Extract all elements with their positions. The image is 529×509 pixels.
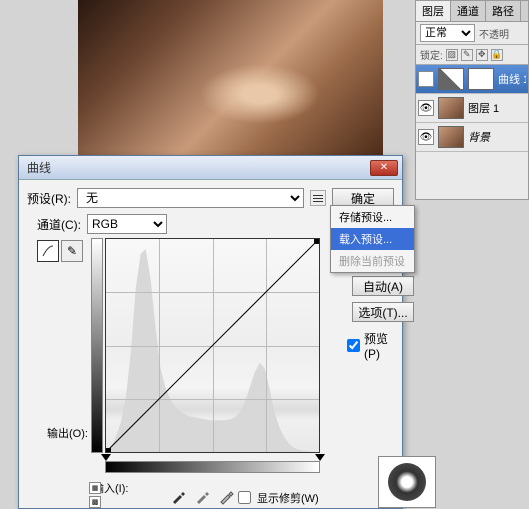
lock-position-icon[interactable]: ✥ (476, 49, 488, 61)
lock-pixel-icon[interactable]: ✎ (461, 49, 473, 61)
options-button[interactable]: 选项(T)... (352, 302, 414, 322)
layer-row-curves[interactable]: 👁 曲线 1 (416, 65, 528, 94)
tab-channels[interactable]: 通道 (451, 1, 486, 21)
dialog-title: 曲线 (23, 159, 51, 176)
preset-menu-icon[interactable] (310, 190, 326, 206)
adjustment-thumb (438, 68, 464, 90)
logo-icon (388, 463, 426, 501)
close-icon: ✕ (380, 162, 388, 173)
black-point-slider[interactable] (101, 454, 111, 461)
layer-row-1[interactable]: 👁 图层 1 (416, 94, 528, 123)
preview-checkbox[interactable] (347, 339, 360, 352)
layer-row-bg[interactable]: 👁 背景 (416, 123, 528, 152)
show-clipping-checkbox[interactable] (238, 491, 251, 504)
layer-thumb (438, 126, 464, 148)
layer-name: 图层 1 (468, 100, 526, 116)
white-point-slider[interactable] (315, 454, 325, 461)
opacity-label: 不透明 (479, 26, 509, 41)
curve-pencil-tool[interactable]: ✎ (61, 240, 83, 262)
channel-label: 通道(C): (37, 216, 81, 233)
black-eyedropper[interactable] (169, 488, 187, 506)
lock-label: 锁定: (420, 47, 443, 62)
grid-coarse-button[interactable]: ▦ (89, 482, 101, 494)
save-preset-item[interactable]: 存储预设... (331, 206, 414, 228)
layer-name: 曲线 1 (498, 71, 526, 87)
preset-label: 预设(R): (27, 190, 71, 207)
tab-paths[interactable]: 路径 (486, 1, 521, 21)
visibility-toggle-icon[interactable]: 👁 (418, 100, 434, 116)
gray-eyedropper[interactable] (193, 488, 211, 506)
visibility-toggle-icon[interactable]: 👁 (418, 71, 434, 87)
preset-select[interactable]: 无 (77, 188, 304, 208)
close-button[interactable]: ✕ (370, 160, 398, 176)
grid-fine-button[interactable]: ▩ (89, 496, 101, 508)
input-gradient (105, 461, 320, 473)
lock-all-icon[interactable]: 🔒 (491, 49, 503, 61)
layer-thumb (438, 97, 464, 119)
dialog-titlebar[interactable]: 曲线 ✕ (19, 156, 402, 180)
preview-thumbnail (378, 456, 436, 508)
visibility-toggle-icon[interactable]: 👁 (418, 129, 434, 145)
document-image (78, 0, 383, 160)
mask-thumb (468, 68, 494, 90)
preset-flyout-menu: 存储预设... 载入预设... 删除当前预设 (330, 205, 415, 273)
delete-preset-item: 删除当前预设 (331, 250, 414, 272)
tab-layers[interactable]: 图层 (416, 1, 451, 21)
layer-name: 背景 (468, 129, 526, 145)
curve-icon (41, 244, 55, 258)
load-preset-item[interactable]: 载入预设... (331, 228, 414, 250)
curves-chart[interactable] (105, 238, 320, 453)
layers-panel: 图层 通道 路径 正常 不透明 锁定: ▨ ✎ ✥ 🔒 👁 曲线 1 👁 图层 … (415, 0, 529, 200)
output-label: 输出(O): (47, 425, 88, 441)
white-eyedropper[interactable] (217, 488, 235, 506)
output-gradient (91, 238, 103, 453)
auto-button[interactable]: 自动(A) (352, 276, 414, 296)
pencil-icon: ✎ (67, 244, 77, 258)
curve-line[interactable] (106, 239, 319, 452)
channel-select[interactable]: RGB (87, 214, 167, 234)
blend-mode-select[interactable]: 正常 (420, 24, 475, 42)
show-clipping-label: 显示修剪(W) (257, 490, 319, 506)
preview-label: 预览(P) (364, 330, 402, 361)
lock-transparency-icon[interactable]: ▨ (446, 49, 458, 61)
curve-point-tool[interactable] (37, 240, 59, 262)
